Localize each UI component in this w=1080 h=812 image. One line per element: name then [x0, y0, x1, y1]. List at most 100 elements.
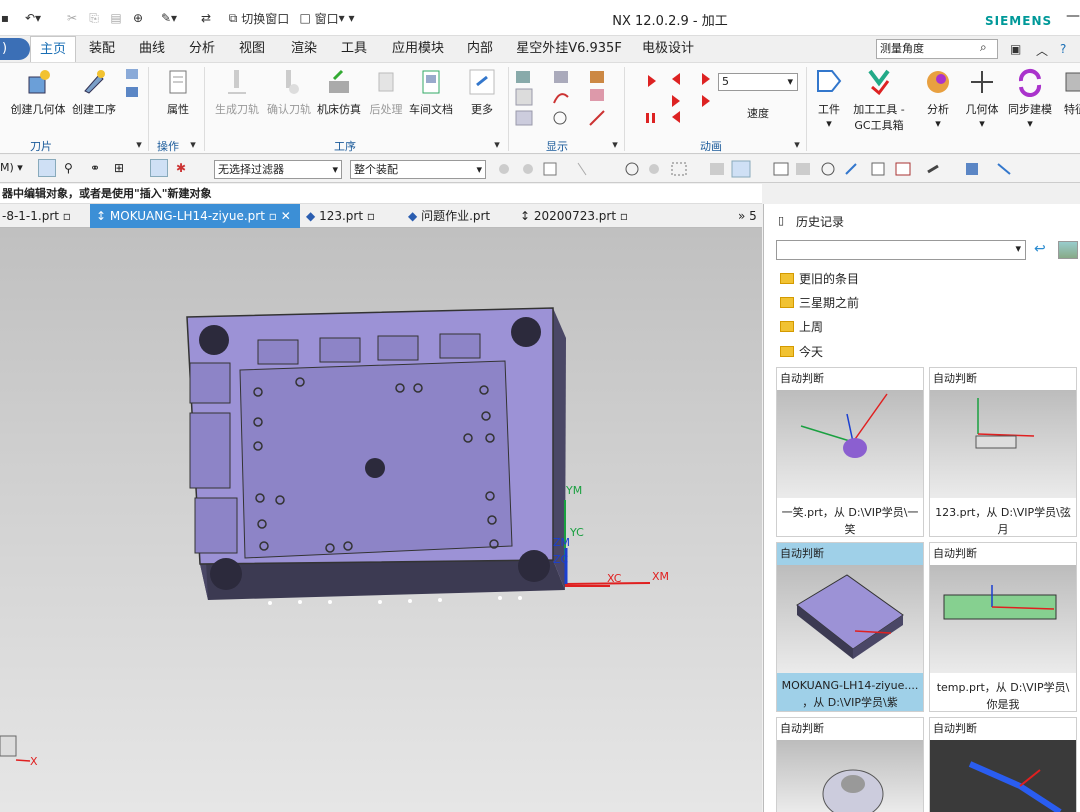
type-filter-select[interactable]: 无选择过滤器 ▾ [214, 160, 342, 179]
minimize-button[interactable]: — [1066, 8, 1080, 24]
command-finder-icon[interactable]: ⇄ [198, 8, 214, 28]
chevron-down-icon[interactable]: ▾ [792, 138, 802, 151]
menu-button[interactable]: M) ▾ [0, 161, 23, 174]
tab-overflow-button[interactable]: » 5 [738, 204, 760, 228]
mold-base-model[interactable]: YM YC ZM ZC XC XM X [0, 228, 762, 812]
tab-home[interactable]: 主页 [30, 36, 76, 62]
folder-older[interactable]: 更旧的条目 [780, 269, 859, 289]
card-caption: 123.prt，从 D:\VIP学员\弦月 [930, 504, 1076, 538]
select-tool-icon[interactable]: ⊞ [114, 161, 124, 175]
tab-analysis[interactable]: 分析 [182, 36, 222, 62]
file-tab[interactable]: -8-1-1.prt ▫ [0, 204, 86, 228]
shop-documentation-button[interactable]: 车间文档 [408, 67, 454, 117]
generate-toolpath-button[interactable]: 生成刀轨 [212, 67, 262, 117]
speed-select[interactable]: 5 ▾ [718, 73, 798, 91]
folder-last-week[interactable]: 上周 [780, 317, 823, 337]
plus-icon [971, 71, 993, 93]
card-thumbnail [777, 565, 923, 673]
back-arrow-icon[interactable]: ↩ [1034, 241, 1046, 257]
chevron-down-icon: ▾ [787, 75, 793, 88]
analysis-button[interactable]: 分析 ▾ [920, 67, 956, 130]
corner-hole [210, 558, 242, 590]
tab-application[interactable]: 应用模块 [388, 36, 448, 62]
tab-internal[interactable]: 内部 [460, 36, 500, 62]
workpiece-button[interactable]: 工件 ▾ [810, 67, 848, 130]
switch-window-button[interactable]: ⧉ 切换窗口 [226, 8, 292, 28]
history-icon: ▯ [778, 214, 785, 227]
select-tool-icon[interactable]: ⚭ [90, 161, 100, 175]
history-card[interactable]: 自动判断 一笑.prt，从 D:\VIP学员\一笑 [776, 367, 924, 537]
machine-simulation-button[interactable]: 机床仿真 [316, 67, 362, 117]
gc-toolbox-button[interactable]: 加工工具 - GC工具箱 [850, 67, 908, 133]
undo-icon[interactable]: ↶▾ [22, 8, 44, 28]
copy-icon[interactable]: ⎘ [86, 8, 102, 28]
feature-label: 特征 [1064, 103, 1080, 116]
search-icon[interactable]: ⌕ [980, 40, 987, 55]
help-icon[interactable]: ? [1060, 42, 1066, 56]
tool-extra-button[interactable] [124, 67, 140, 106]
tab-electrode[interactable]: 电极设计 [638, 36, 698, 62]
paste-icon[interactable]: ▤ [108, 8, 124, 28]
chevron-down-icon: ▾ [476, 163, 482, 176]
separator [806, 67, 807, 151]
tab-curve[interactable]: 曲线 [132, 36, 172, 62]
history-card-selected[interactable]: 自动判断 MOKUANG-LH14-ziyue.... ，从 D:\VIP学员\紫 [776, 542, 924, 712]
history-card[interactable]: 自动判断 [776, 717, 924, 812]
view-triad-cube [0, 735, 17, 757]
create-procedure-button[interactable]: 创建工序 [70, 67, 118, 117]
file-tab-bar: -8-1-1.prt ▫ ↕ MOKUANG-LH14-ziyue.prt ▫ … [0, 204, 762, 228]
history-filter-select[interactable]: ▾ [776, 240, 1026, 260]
chevron-down-icon[interactable]: ▾ [188, 138, 198, 151]
file-tab[interactable]: ◆ 问题作业.prt [408, 204, 508, 228]
chevron-down-icon[interactable]: ▾ [492, 138, 502, 151]
tool-list-icon [126, 69, 138, 97]
folder-today[interactable]: 今天 [780, 342, 823, 362]
tab-plugin[interactable]: 星空外挂V6.935F [512, 36, 626, 62]
machine-simulation-icon [329, 69, 349, 93]
chevron-down-icon[interactable]: ▾ [134, 138, 144, 151]
file-tab[interactable]: ◆ 123.prt ▫ [306, 204, 396, 228]
file-menu-button[interactable]: ) [0, 38, 30, 60]
sync-modeling-button[interactable]: 同步建模 ▾ [1006, 67, 1054, 130]
save-icon[interactable]: ▪ [0, 8, 10, 28]
geometry-button[interactable]: 几何体 ▾ [962, 67, 1002, 130]
snap-icon[interactable] [150, 159, 168, 177]
create-geometry-button[interactable]: 创建几何体 [8, 67, 68, 117]
collapse-ribbon-icon[interactable]: ︿ [1036, 42, 1048, 59]
tab-assembly[interactable]: 装配 [82, 36, 122, 62]
graphics-viewport[interactable]: YM YC ZM ZC XC XM X [0, 228, 762, 812]
close-icon[interactable]: ✕ [281, 209, 291, 223]
ribbon-options-icon[interactable]: ▣ [1010, 42, 1021, 56]
touch-mode-icon[interactable]: ✎▾ [156, 8, 182, 28]
thumbnail-view-icon[interactable] [1058, 241, 1078, 259]
history-card[interactable]: 自动判断 temp.prt，从 D:\VIP学员\ 你是我 [929, 542, 1077, 712]
chevron-down-icon: ▾ [935, 117, 941, 130]
selection-scope-select[interactable]: 整个装配 ▾ [350, 160, 486, 179]
side-slot [194, 497, 238, 554]
window-menu-button[interactable]: □ 窗口 ▾ ▾ [296, 8, 358, 28]
gc-toolbox-label: GC工具箱 [854, 119, 904, 132]
select-tool-icon[interactable]: ⚲ [64, 161, 73, 175]
select-icon[interactable] [38, 159, 56, 177]
history-card[interactable]: 自动判断 [929, 717, 1077, 812]
tab-view[interactable]: 视图 [232, 36, 272, 62]
attributes-button[interactable]: 属性 [160, 67, 196, 117]
tab-tools[interactable]: 工具 [334, 36, 374, 62]
history-card[interactable]: 自动判断 123.prt，从 D:\VIP学员\弦月 [929, 367, 1077, 537]
cut-icon[interactable]: ✂ [64, 8, 80, 28]
card-caption-line: 123.prt，从 D:\VIP学员\弦 [935, 506, 1071, 519]
confirm-toolpath-button[interactable]: 确认刀轨 [264, 67, 314, 117]
folder-three-weeks[interactable]: 三星期之前 [780, 293, 859, 313]
post-process-button[interactable]: 后处理 [366, 67, 406, 117]
repeat-command-icon[interactable]: ⊕ [130, 8, 146, 28]
file-tab[interactable]: ↕ 20200723.prt ▫ [520, 204, 640, 228]
history-panel: ▯ 历史记录 ▾ ↩ 更旧的条目 三星期之前 上周 今天 自动判断 一笑.prt… [763, 204, 1080, 812]
feature-button[interactable]: 特征 [1060, 67, 1080, 117]
display-tools [514, 67, 614, 133]
more-button[interactable]: 更多 [462, 67, 502, 117]
file-tab-active[interactable]: ↕ MOKUANG-LH14-ziyue.prt ▫ ✕ [90, 204, 300, 228]
filter-icon[interactable]: ✱ [176, 161, 186, 175]
chevron-down-icon[interactable]: ▾ [610, 138, 620, 151]
group-label-operation: 操作 [157, 140, 179, 153]
tab-render[interactable]: 渲染 [284, 36, 324, 62]
